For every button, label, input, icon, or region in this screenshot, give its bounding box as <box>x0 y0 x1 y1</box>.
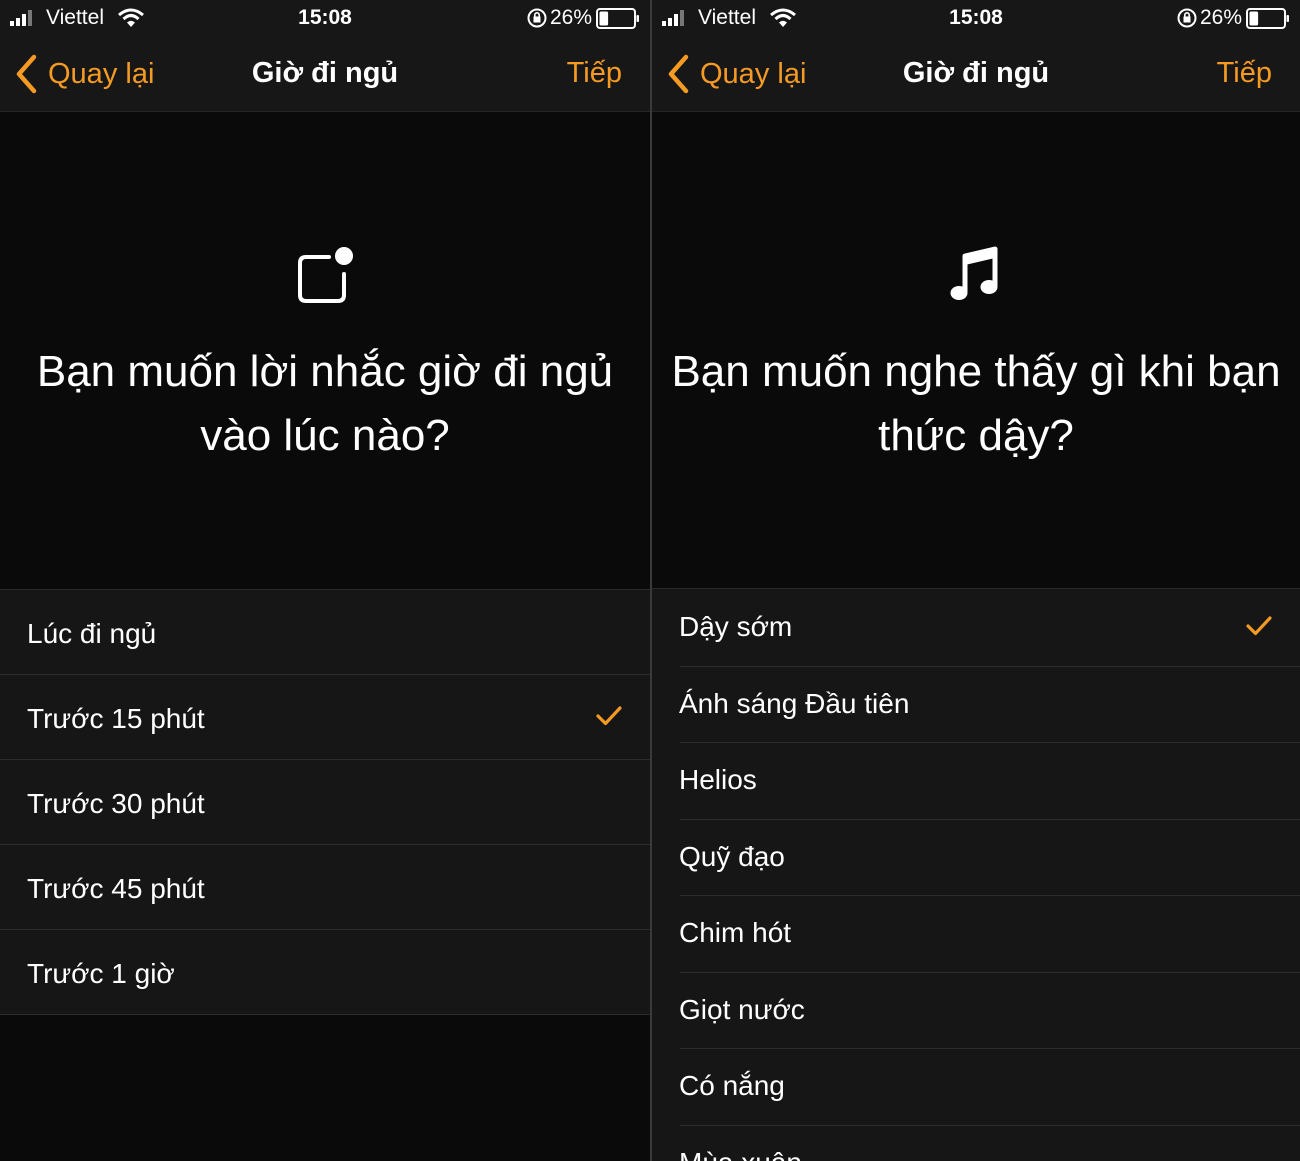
next-button[interactable]: Tiếp <box>567 57 622 90</box>
top-bar: Viettel 15:08 26% Quay lại Giờ đi ngủ Ti… <box>652 0 1300 112</box>
back-button[interactable]: Quay lại <box>666 54 806 94</box>
reminder-options-list: Lúc đi ngủ Trước 15 phút Trước 30 phút Trướ… <box>0 589 650 1015</box>
option-label: Helios <box>679 764 757 795</box>
option-label: Lúc đi ngủ <box>27 618 157 649</box>
wake-sound-screen: Viettel 15:08 26% Quay lại Giờ đi ngủ Ti… <box>652 0 1300 1161</box>
list-item[interactable]: Chim hót <box>652 895 1300 973</box>
checkmark-icon <box>1246 616 1272 636</box>
list-item[interactable]: Lúc đi ngủ <box>0 590 650 675</box>
option-label: Quỹ đạo <box>679 840 785 872</box>
battery-icon <box>596 8 639 29</box>
list-item[interactable]: Dậy sớm <box>652 589 1300 667</box>
rotation-lock-icon <box>527 8 547 28</box>
notification-badge-icon <box>298 247 353 303</box>
navigation-bar: Quay lại Giờ đi ngủ Tiếp <box>652 46 1300 102</box>
battery-percent: 26% <box>549 6 592 29</box>
list-item[interactable]: Có nắng <box>652 1048 1300 1126</box>
list-item[interactable]: Trước 45 phút <box>0 845 650 930</box>
option-label: Trước 30 phút <box>27 788 205 819</box>
back-button[interactable]: Quay lại <box>14 54 154 94</box>
list-item[interactable]: Quỹ đạo <box>652 819 1300 896</box>
option-label: Ánh sáng Đầu tiên <box>679 687 910 719</box>
list-item[interactable]: Helios <box>652 742 1300 820</box>
option-label: Trước 15 phút <box>27 703 205 734</box>
music-note-icon <box>950 246 998 300</box>
navigation-bar: Quay lại Giờ đi ngủ Tiếp <box>0 46 650 102</box>
option-label: Dậy sớm <box>679 611 793 642</box>
back-label: Quay lại <box>48 57 155 90</box>
list-item[interactable]: Trước 1 giờ <box>0 930 650 1015</box>
row-separator <box>27 1014 650 1015</box>
list-item[interactable]: Ánh sáng Đầu tiên <box>652 666 1300 743</box>
option-label: Giọt nước <box>679 993 805 1025</box>
list-item[interactable]: Giọt nước <box>652 972 1300 1049</box>
rotation-lock-icon <box>1177 8 1197 28</box>
chevron-left-icon <box>668 54 689 94</box>
chevron-left-icon <box>16 54 37 94</box>
question-heading: Bạn muốn lời nhắc giờ đi ngủ vào lúc nào… <box>36 347 614 460</box>
option-label: Mùa xuân <box>679 1147 802 1161</box>
option-label: Trước 45 phút <box>27 873 205 904</box>
bedtime-reminder-screen: Viettel 15:08 26% Quay lại Giờ đi ngủ Ti… <box>0 0 650 1161</box>
list-item[interactable]: Trước 15 phút <box>0 675 650 760</box>
checkmark-icon <box>596 706 622 726</box>
option-label: Chim hót <box>679 917 792 948</box>
option-label: Trước 1 giờ <box>27 958 175 989</box>
next-button[interactable]: Tiếp <box>1217 57 1272 90</box>
battery-percent: 26% <box>1199 6 1242 29</box>
top-bar: Viettel 15:08 26% Quay lại Giờ đi ngủ Ti… <box>0 0 650 112</box>
back-label: Quay lại <box>700 57 807 90</box>
question-heading: Bạn muốn nghe thấy gì khi bạn thức dậy? <box>671 347 1281 460</box>
status-bar: Viettel 15:08 26% <box>652 0 1300 36</box>
wake-sound-options-list: Dậy sớm Ánh sáng Đầu tiên Helios Quỹ đạo Chi… <box>652 588 1300 1161</box>
status-bar: Viettel 15:08 26% <box>0 0 650 36</box>
list-item[interactable]: Mùa xuân <box>652 1125 1300 1161</box>
list-item[interactable]: Trước 30 phút <box>0 760 650 845</box>
option-label: Có nắng <box>679 1070 785 1101</box>
battery-icon <box>1246 8 1289 29</box>
